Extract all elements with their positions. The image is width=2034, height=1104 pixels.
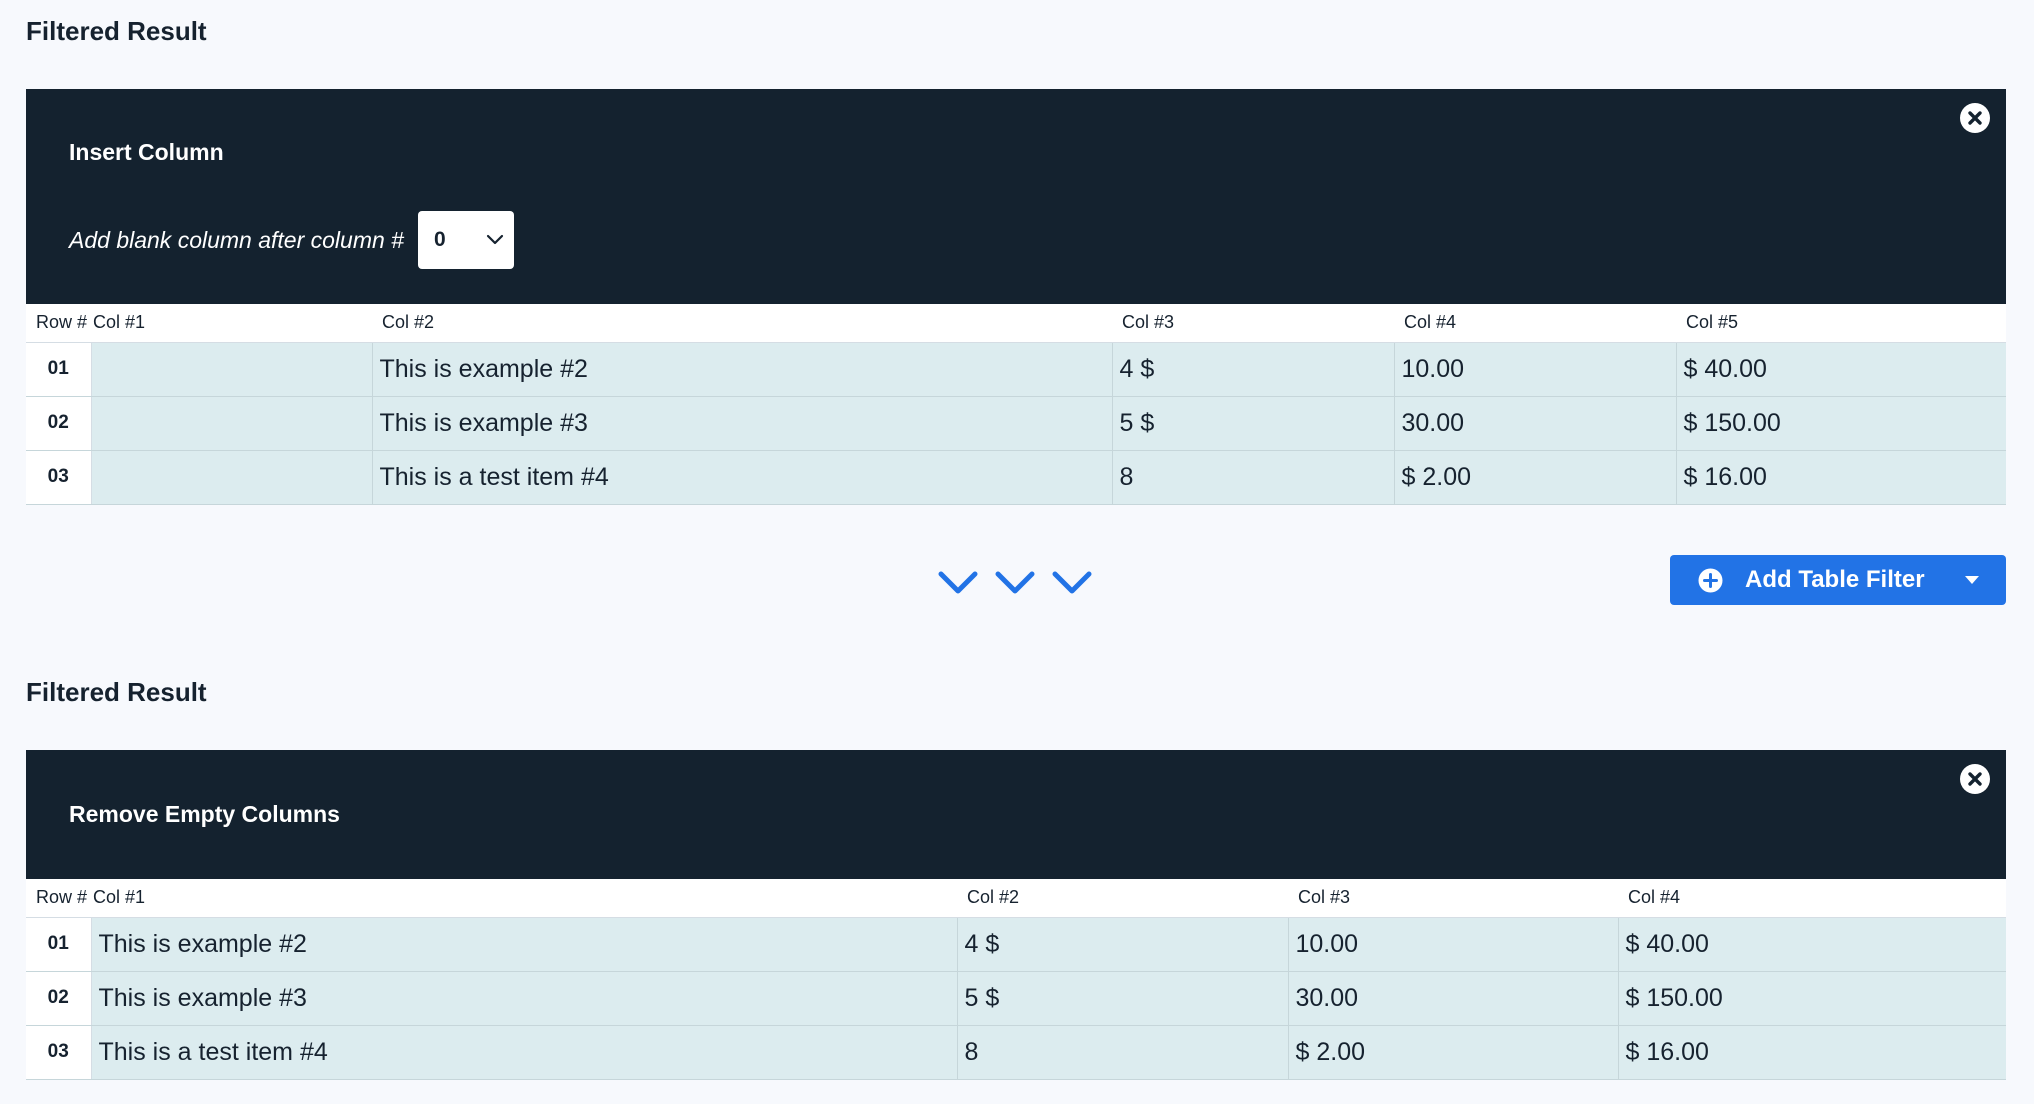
table-row: 02 This is example #3 5 $ 30.00 $ 150.00 [26,971,2006,1026]
table-cell[interactable]: 10.00 [1288,917,1619,972]
table-cell[interactable]: $ 40.00 [1676,342,2006,397]
column-number-value: 0 [433,228,446,251]
column-header: Col #5 [1676,304,2006,343]
row-number: 03 [26,1025,92,1080]
row-number: 02 [26,971,92,1026]
table-cell[interactable]: 8 [1112,450,1395,505]
insert-column-table: Row # Col #1 Col #2 Col #3 Col #4 Col #5… [26,304,2006,505]
table-cell[interactable]: $ 2.00 [1288,1025,1619,1080]
table-cell[interactable]: This is a test item #4 [372,450,1113,505]
column-header: Row # [26,304,91,343]
column-number-select[interactable]: 0 [417,211,514,269]
table-cell[interactable]: 10.00 [1394,342,1677,397]
row-number: 01 [26,342,92,397]
close-remove-empty-columns-button[interactable] [1960,764,1990,794]
row-number: 03 [26,450,92,505]
chevron-down-icon [995,571,1035,594]
column-header: Row # [26,879,91,918]
table-cell[interactable] [91,342,373,397]
caret-down-icon[interactable] [1964,575,1980,585]
table-cell[interactable]: This is a test item #4 [91,1025,958,1080]
table-row: 03 This is a test item #4 8 $ 2.00 $ 16.… [26,450,2006,505]
table-cell[interactable]: 4 $ [957,917,1289,972]
section-title-filtered-result: Filtered Result [26,16,207,46]
flow-indicator [937,568,1093,598]
column-header: Col #3 [1288,879,1618,918]
close-circle-icon [1968,111,1982,125]
table-cell[interactable]: 5 $ [957,971,1289,1026]
add-table-filter-button[interactable]: Add Table Filter [1670,555,2006,605]
remove-empty-columns-table: Row # Col #1 Col #2 Col #3 Col #4 01 Thi… [26,879,2006,1080]
panel-title: Insert Column [69,139,224,165]
close-insert-column-button[interactable] [1960,103,1990,133]
column-header: Col #3 [1112,304,1394,343]
column-header: Col #2 [957,879,1288,918]
table-cell[interactable]: 30.00 [1288,971,1619,1026]
table-cell[interactable]: $ 2.00 [1394,450,1677,505]
table-cell[interactable]: $ 16.00 [1618,1025,2006,1080]
column-header: Col #4 [1618,879,2006,918]
remove-empty-columns-panel: Remove Empty Columns [26,750,2006,879]
table-header-row: Row # Col #1 Col #2 Col #3 Col #4 [26,879,2006,918]
table-cell[interactable]: This is example #2 [91,917,958,972]
table-cell[interactable] [91,396,373,451]
plus-circle-icon [1698,568,1723,593]
insert-column-panel: Insert Column Add blank column after col… [26,89,2006,304]
add-table-filter-label: Add Table Filter [1745,566,1925,593]
table-cell[interactable]: $ 150.00 [1618,971,2006,1026]
chevron-down-icon [938,571,978,594]
table-cell[interactable]: 30.00 [1394,396,1677,451]
table-cell[interactable]: $ 40.00 [1618,917,2006,972]
table-cell[interactable] [91,450,373,505]
chevron-down-icon [1052,571,1092,594]
section-title-filtered-result: Filtered Result [26,677,207,707]
table-cell[interactable]: 5 $ [1112,396,1395,451]
table-cell[interactable]: This is example #3 [91,971,958,1026]
column-header: Col #2 [372,304,1112,343]
column-header: Col #4 [1394,304,1676,343]
row-number: 02 [26,396,92,451]
close-circle-icon [1968,772,1982,786]
chevron-down-icon [486,234,504,245]
table-row: 03 This is a test item #4 8 $ 2.00 $ 16.… [26,1025,2006,1080]
table-cell[interactable]: $ 150.00 [1676,396,2006,451]
column-header: Col #1 [91,304,372,343]
table-cell[interactable]: 4 $ [1112,342,1395,397]
table-cell[interactable]: 8 [957,1025,1289,1080]
column-header: Col #1 [91,879,957,918]
insert-column-control: Add blank column after column # 0 [69,211,514,269]
table-header-row: Row # Col #1 Col #2 Col #3 Col #4 Col #5 [26,304,2006,343]
table-cell[interactable]: $ 16.00 [1676,450,2006,505]
table-row: 02 This is example #3 5 $ 30.00 $ 150.00 [26,396,2006,451]
insert-column-label: Add blank column after column # [69,226,404,253]
table-row: 01 This is example #2 4 $ 10.00 $ 40.00 [26,342,2006,397]
row-number: 01 [26,917,92,972]
table-cell[interactable]: This is example #3 [372,396,1113,451]
table-cell[interactable]: This is example #2 [372,342,1113,397]
table-row: 01 This is example #2 4 $ 10.00 $ 40.00 [26,917,2006,972]
panel-title: Remove Empty Columns [69,801,340,827]
